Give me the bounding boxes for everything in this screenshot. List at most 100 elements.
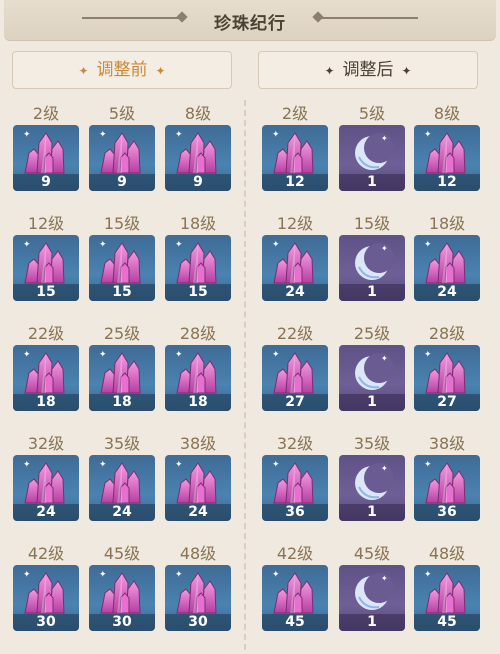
item-quantity: 1 (339, 174, 405, 191)
level-label: 25级 (353, 324, 391, 343)
item-quantity: 9 (13, 174, 79, 191)
reward-tile[interactable]: ✦ 30 (13, 565, 79, 631)
reward-tile[interactable]: ✦ 1 (339, 235, 405, 301)
moon-icon: ✦ (343, 457, 401, 509)
reward-tile[interactable]: ✦ 30 (89, 565, 155, 631)
item-quantity: 24 (414, 284, 480, 301)
reward-tile[interactable]: ✦ 30 (165, 565, 231, 631)
column-divider (244, 100, 246, 650)
crystal-icon: ✦ (266, 457, 324, 509)
reward-tile[interactable]: ✦ 24 (262, 235, 328, 301)
tab-before-label: 调整前 (96, 60, 148, 80)
level-label: 32级 (276, 434, 314, 453)
reward-tile[interactable]: ✦ 9 (165, 125, 231, 191)
crystal-icon: ✦ (266, 127, 324, 179)
level-label: 45级 (353, 544, 391, 563)
reward-tile[interactable]: ✦ 12 (262, 125, 328, 191)
tab-after[interactable]: ✦ 调整后 ✦ (258, 51, 478, 89)
crystal-icon: ✦ (418, 237, 476, 289)
reward-tile[interactable]: ✦ 24 (13, 455, 79, 521)
item-quantity: 15 (13, 284, 79, 301)
crystal-icon: ✦ (266, 567, 324, 619)
reward-tile[interactable]: ✦ 9 (13, 125, 79, 191)
reward-tile[interactable]: ✦ 1 (339, 345, 405, 411)
svg-text:✦: ✦ (272, 570, 280, 580)
reward-tile[interactable]: ✦ 15 (13, 235, 79, 301)
item-quantity: 36 (414, 504, 480, 521)
svg-text:✦: ✦ (424, 350, 432, 360)
svg-text:✦: ✦ (175, 350, 183, 360)
svg-text:✦: ✦ (175, 240, 183, 250)
reward-tile[interactable]: ✦ 1 (339, 455, 405, 521)
item-quantity: 24 (262, 284, 328, 301)
svg-text:✦: ✦ (381, 244, 388, 253)
item-quantity: 24 (13, 504, 79, 521)
svg-text:✦: ✦ (381, 574, 388, 583)
reward-tile[interactable]: ✦ 15 (165, 235, 231, 301)
item-quantity: 30 (165, 614, 231, 631)
level-label: 48级 (179, 544, 217, 563)
level-label: 42级 (27, 544, 65, 563)
level-label: 35级 (103, 434, 141, 453)
item-quantity: 18 (13, 394, 79, 411)
crystal-icon: ✦ (169, 457, 227, 509)
level-label: 28级 (179, 324, 217, 343)
reward-tile[interactable]: ✦ 18 (13, 345, 79, 411)
level-label: 2级 (32, 104, 60, 123)
level-label: 38级 (428, 434, 466, 453)
svg-text:✦: ✦ (99, 240, 107, 250)
level-label: 15级 (103, 214, 141, 233)
level-label: 22级 (276, 324, 314, 343)
level-label: 38级 (179, 434, 217, 453)
item-quantity: 24 (165, 504, 231, 521)
level-label: 42级 (276, 544, 314, 563)
reward-tile[interactable]: ✦ 18 (165, 345, 231, 411)
crystal-icon: ✦ (17, 347, 75, 399)
reward-tile[interactable]: ✦ 12 (414, 125, 480, 191)
crystal-icon: ✦ (418, 567, 476, 619)
level-label: 2级 (281, 104, 309, 123)
crystal-icon: ✦ (17, 127, 75, 179)
reward-tile[interactable]: ✦ 45 (262, 565, 328, 631)
level-label: 15级 (353, 214, 391, 233)
reward-tile[interactable]: ✦ 1 (339, 125, 405, 191)
item-quantity: 24 (89, 504, 155, 521)
reward-tile[interactable]: ✦ 15 (89, 235, 155, 301)
moon-icon: ✦ (343, 237, 401, 289)
reward-tile[interactable]: ✦ 24 (165, 455, 231, 521)
item-quantity: 18 (165, 394, 231, 411)
star-icon: ✦ (78, 64, 89, 78)
svg-text:✦: ✦ (424, 570, 432, 580)
tab-before[interactable]: ✦ 调整前 ✦ (12, 51, 232, 89)
reward-tile[interactable]: ✦ 24 (89, 455, 155, 521)
svg-text:✦: ✦ (23, 570, 31, 580)
reward-tile[interactable]: ✦ 27 (414, 345, 480, 411)
moon-icon: ✦ (343, 567, 401, 619)
reward-tile[interactable]: ✦ 18 (89, 345, 155, 411)
tab-after-label: 调整后 (342, 60, 394, 80)
svg-text:✦: ✦ (175, 460, 183, 470)
reward-tile[interactable]: ✦ 36 (262, 455, 328, 521)
level-label: 18级 (428, 214, 466, 233)
svg-text:✦: ✦ (99, 130, 107, 140)
reward-tile[interactable]: ✦ 27 (262, 345, 328, 411)
level-label: 8级 (433, 104, 461, 123)
svg-text:✦: ✦ (381, 354, 388, 363)
crystal-icon: ✦ (17, 567, 75, 619)
reward-tile[interactable]: ✦ 24 (414, 235, 480, 301)
reward-tile[interactable]: ✦ 1 (339, 565, 405, 631)
svg-text:✦: ✦ (23, 240, 31, 250)
item-quantity: 1 (339, 284, 405, 301)
item-quantity: 1 (339, 394, 405, 411)
svg-text:✦: ✦ (23, 130, 31, 140)
reward-tile[interactable]: ✦ 45 (414, 565, 480, 631)
item-quantity: 9 (165, 174, 231, 191)
crystal-icon: ✦ (93, 127, 151, 179)
star-icon: ✦ (324, 64, 335, 78)
level-label: 5级 (358, 104, 386, 123)
item-quantity: 1 (339, 614, 405, 631)
svg-text:✦: ✦ (175, 130, 183, 140)
title-bar: 珍珠纪行 (4, 0, 496, 41)
reward-tile[interactable]: ✦ 36 (414, 455, 480, 521)
reward-tile[interactable]: ✦ 9 (89, 125, 155, 191)
